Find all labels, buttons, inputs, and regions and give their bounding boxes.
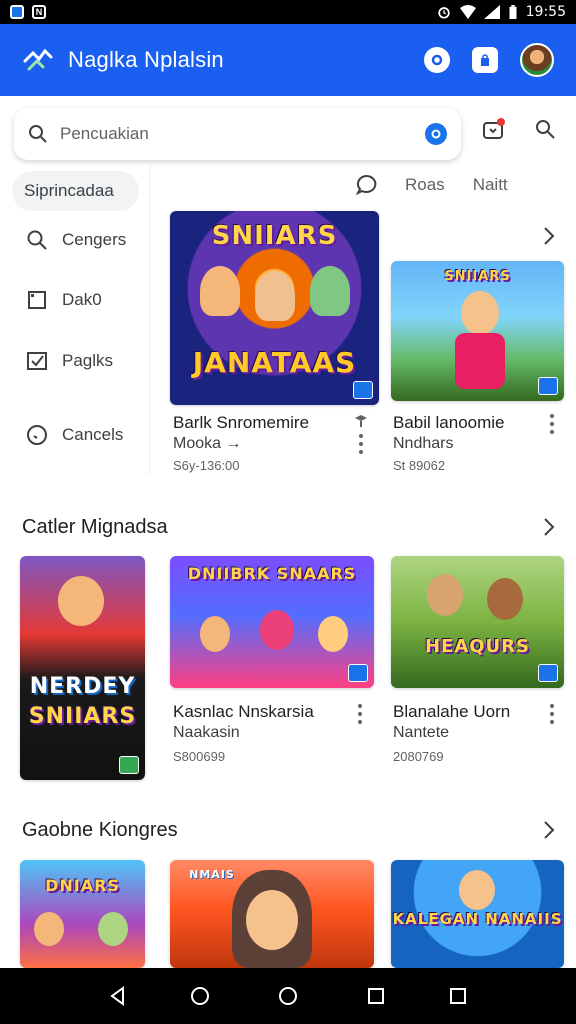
app-logo-icon[interactable] [22,44,54,76]
status-bar: N 19:55 [0,0,576,24]
game-card-image[interactable]: DNIIBRK SNAARS [170,556,374,688]
battery-icon [509,5,517,19]
notifications-button[interactable] [424,47,450,73]
more-options-icon[interactable] [550,704,554,724]
more-options-icon[interactable] [550,414,554,434]
square-icon [28,291,46,309]
game-art-title: DNIIBRK SNAARS [187,564,357,583]
play-badge-icon [119,756,139,774]
chevron-right-icon[interactable] [542,517,556,537]
more-options-icon[interactable] [358,704,362,724]
home-secondary-icon[interactable] [278,986,298,1006]
game-meta: 2080769 [393,749,444,764]
search-input[interactable]: Pencuakian [60,124,425,144]
voice-search-button[interactable] [425,123,447,145]
game-title[interactable]: Barlk Snromemire [173,413,309,433]
pin-icon [355,415,367,427]
game-card-image[interactable]: SNIIARS [391,261,564,401]
sidebar-header[interactable]: Siprincadaa [12,171,139,211]
game-art-title: HEAQURS [424,636,531,657]
search-bar[interactable]: Pencuakian [14,108,461,160]
home-icon[interactable] [190,986,210,1006]
search-icon [27,230,47,250]
chat-icon[interactable] [355,174,377,196]
game-title[interactable]: Kasnlac Nnskarsia [173,702,314,722]
play-badge-icon [348,664,368,682]
alarm-icon [437,7,450,19]
game-subtitle: Naakasin [173,724,240,741]
app-title: Naglka Nplalsin [68,47,224,72]
game-art-title: SNIIARS [211,221,338,251]
sidebar-item-dak0[interactable]: Dak0 [26,289,102,311]
status-time: 19:55 [525,4,566,20]
sidebar-item-label: Paglks [62,351,114,370]
play-badge-icon [538,377,558,395]
game-card-image[interactable]: NMAIS [170,860,374,968]
sidebar-item-label: Dak0 [62,290,102,309]
bell-icon [431,54,443,66]
sidebar-item-cengers[interactable]: Cengers [26,229,126,251]
search-icon [29,125,47,143]
game-art-title: DNIARS [45,876,120,895]
chip-naitt[interactable]: Naitt [473,175,508,195]
chevron-right-icon[interactable] [542,820,556,840]
mic-icon [431,129,441,139]
game-art-subtitle: JANATAAS [192,346,357,379]
game-card-image[interactable]: NERDEY SNIIARS [20,556,145,780]
section-title[interactable]: Catler Mignadsa [22,516,168,539]
sidebar-item-cancels[interactable]: Cancels [26,424,123,446]
chip-roas[interactable]: Roas [405,175,445,195]
checkbox-icon [27,352,47,370]
game-card-image[interactable]: HEAQURS [391,556,564,688]
clock-icon [27,425,47,445]
game-subtitle: Nantete [393,724,450,741]
chevron-right-icon[interactable] [542,226,556,246]
filter-chips: Roas Naitt [355,174,508,196]
game-subtitle: Mooka → [173,435,242,452]
library-button[interactable] [482,118,506,140]
play-badge-icon [538,664,558,682]
game-meta: St 89062 [393,458,446,473]
recents-icon[interactable] [366,986,386,1006]
signal-icon [483,5,500,19]
app-bar: Naglka Nplalsin [0,24,576,96]
game-title[interactable]: Babil lanoomie [393,413,505,433]
game-art-subtitle: SNIIARS [28,704,137,729]
game-card-image[interactable]: KALEGAN NANAIIS [391,860,564,968]
game-meta: S6y-136:00 [173,458,240,473]
section-title[interactable]: Gaobne Kiongres [22,819,178,842]
game-card-image[interactable]: DNIARS [20,860,145,968]
more-options-icon[interactable] [359,434,363,454]
n-notification-icon: N [32,5,46,19]
screen: N 19:55 Naglka Nplalsin Pencuakian Sipri… [0,0,576,1024]
game-art-title: SNIIARS [444,269,511,284]
system-nav-bar [0,968,576,1024]
bag-icon [481,54,489,66]
sidebar-item-label: Cancels [62,425,124,444]
sidebar-item-paglks[interactable]: Paglks [26,350,113,372]
game-subtitle: Nndhars [393,435,454,452]
game-art-title: NERDEY [29,674,136,699]
play-badge-icon [353,381,373,399]
game-meta: S800699 [173,749,226,764]
search-button[interactable] [534,118,556,140]
back-icon[interactable] [108,986,128,1006]
store-button[interactable] [472,47,498,73]
overview-icon[interactable] [448,986,468,1006]
app-notification-icon [10,5,24,19]
sidebar-item-label: Cengers [62,230,127,249]
game-title[interactable]: Blanalahe Uorn [393,702,510,722]
game-card-image[interactable]: SNIIARS JANATAAS [170,211,379,405]
wifi-icon [459,5,476,19]
avatar[interactable] [520,43,554,77]
game-art-title: KALEGAN NANAIIS [392,910,563,928]
